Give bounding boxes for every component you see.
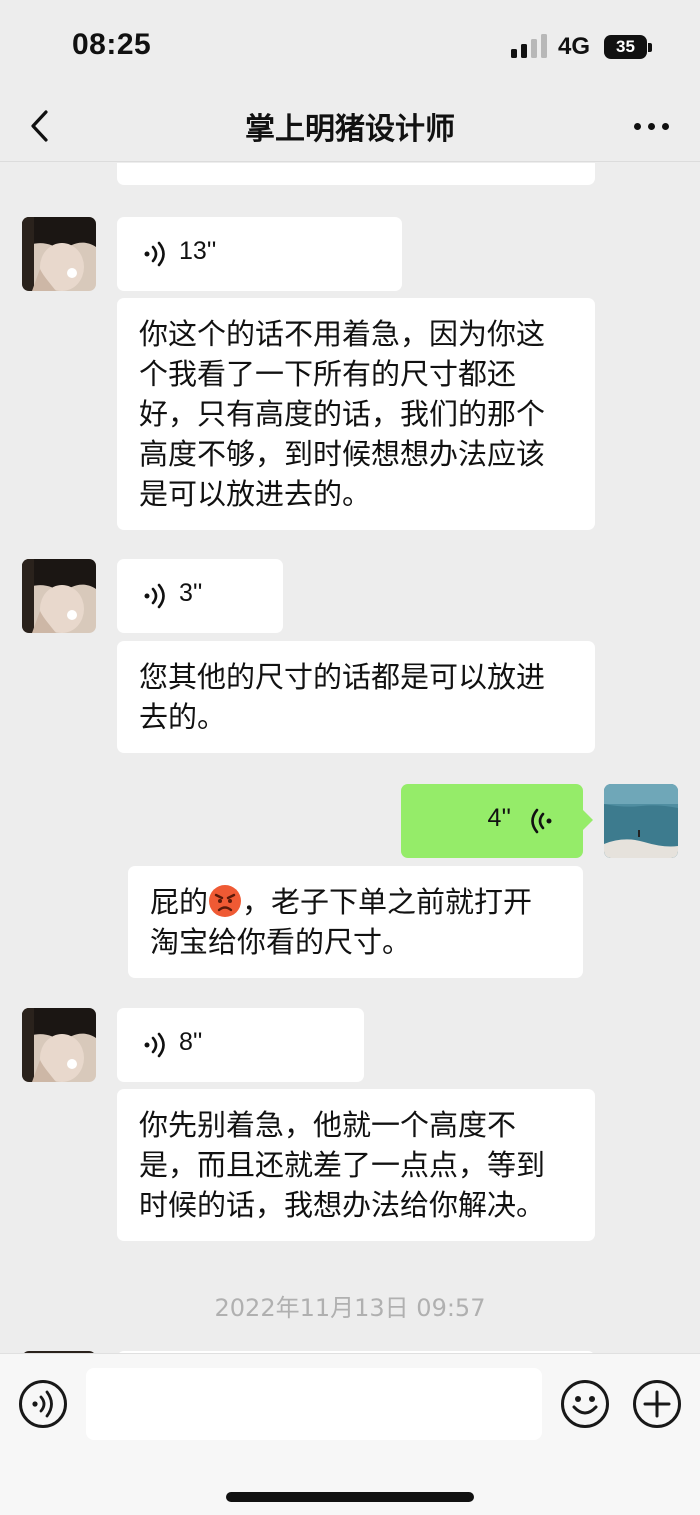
angry-face-emoji-icon (209, 885, 242, 917)
status-time: 08:25 (72, 28, 152, 61)
message-timestamp: 2022年11月13日 09:57 (214, 1294, 486, 1322)
voice-wave-icon (144, 583, 165, 609)
my-avatar[interactable] (604, 784, 678, 858)
battery-icon: 35 (604, 35, 647, 59)
signal-icon (511, 34, 547, 58)
message-bubble-cut (117, 163, 595, 185)
message-bubble[interactable]: 你这个的话不用着急，因为你这个我看了一下所有的尺寸都还好，只有高度的话，我们的那… (117, 298, 595, 530)
message-input[interactable] (86, 1368, 542, 1440)
voice-input-icon[interactable] (19, 1380, 67, 1428)
message-text-part: 屁的 (150, 885, 209, 919)
voice-message[interactable]: 3'' (117, 559, 283, 633)
voice-message-mine[interactable]: 4'' (401, 784, 593, 858)
message-bubble-mine[interactable]: 屁的 ，老子下单之前就打开淘宝给你看的尺寸。 (128, 866, 583, 978)
status-bar: 08:25 4G 35 (0, 0, 700, 90)
voice-wave-icon (531, 808, 552, 834)
voice-duration: 3'' (179, 579, 203, 607)
message-bubble[interactable]: 您其他的尺寸的话都是可以放进去的。 (117, 641, 595, 753)
avatar[interactable] (22, 559, 96, 633)
network-label: 4G (558, 33, 591, 60)
message-bubble[interactable]: 你先别着急，他就一个高度不是，而且还就差了一点点，等到时候的话，我想办法给你解决… (117, 1089, 595, 1241)
voice-message[interactable]: 13'' (117, 217, 402, 291)
message-list[interactable]: 13'' 你这个的话不用着急，因为你这个我看了一下所有的尺寸都还好，只有高度的话… (0, 163, 700, 1353)
more-dots-icon[interactable] (628, 120, 672, 132)
input-bar (0, 1353, 700, 1515)
plus-circle-icon[interactable] (633, 1380, 681, 1428)
voice-duration: 13'' (179, 237, 217, 265)
home-indicator (226, 1492, 474, 1502)
voice-wave-icon (144, 241, 165, 267)
battery-tip (648, 43, 652, 52)
voice-duration: 8'' (179, 1028, 203, 1056)
emoji-smile-icon[interactable] (561, 1380, 609, 1428)
avatar[interactable] (22, 1008, 96, 1082)
avatar[interactable] (22, 217, 96, 291)
voice-duration: 4'' (487, 804, 511, 832)
chat-title: 掌上明猪设计师 (245, 112, 455, 147)
voice-wave-icon (144, 1032, 165, 1058)
voice-message[interactable]: 8'' (117, 1008, 364, 1082)
chat-header: 掌上明猪设计师 (0, 90, 700, 162)
